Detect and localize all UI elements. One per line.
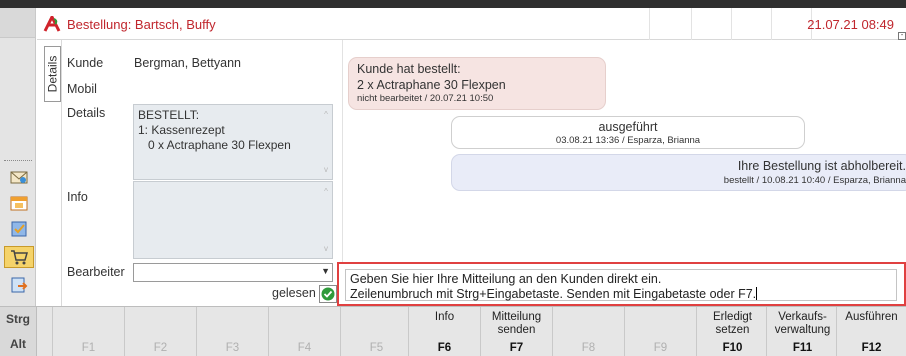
tab-details-label: Details [45,55,60,93]
window-top-border [0,0,906,8]
message-meta: nicht bearbeitet / 20.07.21 10:50 [357,93,494,104]
gelesen-checkbox[interactable] [319,285,337,303]
toolbar-grip[interactable] [4,160,32,162]
bearbeiter-select[interactable]: ▼ [133,263,333,282]
checklist-icon[interactable] [10,220,28,238]
strg-modifier: Strg [0,307,37,332]
calendar-icon[interactable] [10,194,28,212]
message-input-line: Geben Sie hier Ihre Mitteilung an den Ku… [350,272,662,286]
function-key-bar: Strg Alt F1 F2 F3 F4 F5 Info F6 Mitteilun… [0,306,906,356]
fkey-f6-info[interactable]: Info F6 [408,307,480,356]
message-text: Ihre Bestellung ist abholbereit. [737,159,906,173]
header-divider [691,8,692,40]
chevron-down-icon[interactable]: ▼ [321,266,330,276]
gelesen-label: gelesen [272,286,316,300]
alt-modifier: Alt [0,332,37,356]
fkey-f1[interactable]: F1 [52,307,124,356]
shopping-cart-icon[interactable] [4,246,34,268]
details-line: BESTELLT: [138,108,200,122]
scroll-up-icon[interactable]: ^ [321,107,331,122]
message-input[interactable]: Geben Sie hier Ihre Mitteilung an den Ku… [345,269,897,301]
fkey-f10-erledigt-setzen[interactable]: Erledigt setzen F10 [696,307,768,356]
window-title: Bestellung: Bartsch, Buffy [67,17,216,32]
kunde-label: Kunde [67,56,104,70]
details-textarea[interactable]: BESTELLT: 1: Kassenrezept 0 x Actraphane… [133,104,333,180]
message-bubble-status: ausgeführt 03.08.21 13:36 / Esparza, Bri… [451,116,805,149]
message-bubble-pharmacy: Ihre Bestellung ist abholbereit. bestell… [451,154,906,191]
envelope-icon[interactable] [10,168,28,186]
fkey-f11-verkaufsverwaltung[interactable]: Verkaufs-verwaltung F11 [766,307,838,356]
details-line: 0 x Actraphane 30 Flexpen [148,138,291,152]
mobil-label: Mobil [67,82,97,96]
fkey-f8[interactable]: F8 [552,307,624,356]
export-icon[interactable] [10,276,28,294]
fkey-f2[interactable]: F2 [124,307,196,356]
fkey-f9[interactable]: F9 [624,307,696,356]
kunde-value: Bergman, Bettyann [134,56,242,70]
fkey-f5[interactable]: F5 [340,307,412,356]
fkey-f3[interactable]: F3 [196,307,268,356]
fkey-f4[interactable]: F4 [268,307,340,356]
scroll-down-icon[interactable]: v [321,241,331,256]
left-toolbar [0,8,36,306]
details-line: 1: Kassenrezept [138,123,225,137]
text-cursor [756,287,758,300]
header-divider [731,8,732,40]
header-datetime: 21.07.21 08:49 [807,17,894,32]
message-input-line: Zeilenumbruch mit Strg+Eingabetaste. Sen… [350,287,757,301]
fkey-f7-mitteilung-senden[interactable]: Mitteilung senden F7 [480,307,552,356]
message-text: Kunde hat bestellt: [357,62,461,76]
message-bubble-customer: Kunde hat bestellt: 2 x Actraphane 30 Fl… [348,57,606,110]
tab-divider [61,40,62,306]
header-divider [771,8,772,40]
message-text: ausgeführt [598,120,658,134]
scroll-down-icon[interactable]: v [321,162,331,177]
window-header: Bestellung: Bartsch, Buffy 21.07.21 08:4… [37,8,906,40]
panel-divider [342,40,343,262]
scroll-up-icon[interactable]: ^ [321,184,331,199]
message-meta: bestellt / 10.08.21 10:40 / Esparza, Bri… [723,175,906,186]
details-label: Details [67,106,106,120]
info-textarea[interactable]: ^ v [133,181,333,259]
message-meta: 03.08.21 13:36 / Esparza, Brianna [555,135,701,146]
info-label: Info [67,190,88,204]
left-toolbar-top-cell [0,8,35,38]
message-input-frame: Geben Sie hier Ihre Mitteilung an den Ku… [337,262,906,306]
expand-icon[interactable]: - [898,32,906,40]
fkey-f12-ausfuehren[interactable]: Ausführen F12 [836,307,906,356]
tab-details[interactable]: Details [44,46,61,102]
message-text: 2 x Actraphane 30 Flexpen [357,78,506,92]
apotheke-a-logo-icon [43,13,61,35]
green-check-icon [321,287,335,301]
header-divider [649,8,650,40]
bearbeiter-label: Bearbeiter [67,265,125,279]
